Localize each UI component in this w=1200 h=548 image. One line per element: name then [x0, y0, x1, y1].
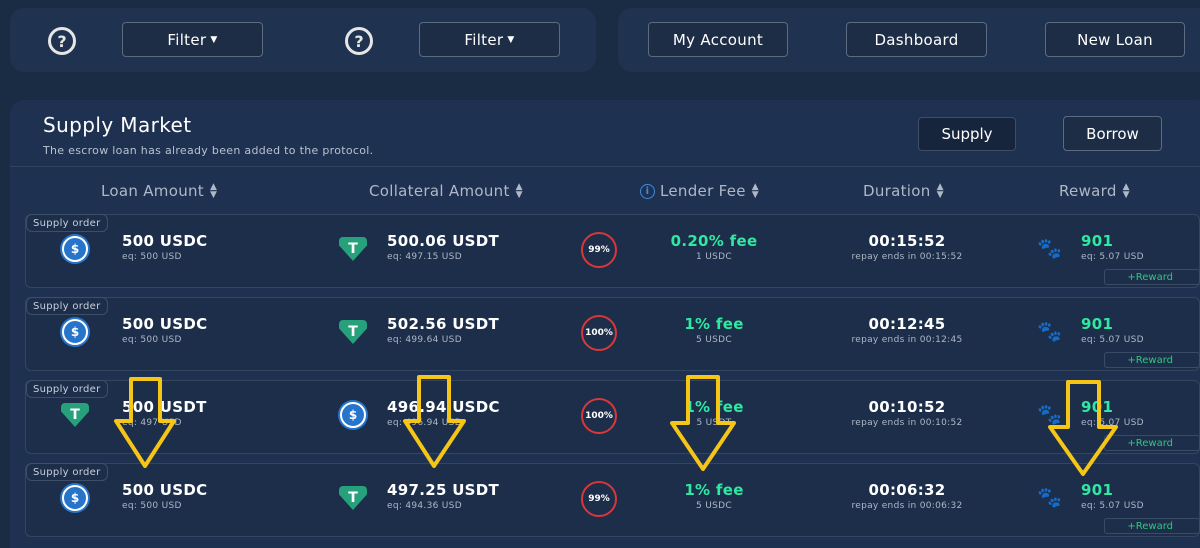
page-title: Supply Market	[43, 113, 192, 137]
reward-amount: 901	[1081, 481, 1114, 499]
collateral-ratio-badge: 100%	[581, 398, 617, 434]
column-header-loan-amount[interactable]: Loan Amount ▲ ▼	[101, 182, 217, 200]
lender-fee-amount: 5 USDT	[696, 418, 732, 428]
help-icon[interactable]: ?	[48, 27, 76, 55]
duration-timer: 00:15:52	[868, 232, 946, 250]
column-header-lender-fee[interactable]: i Lender Fee ▲ ▼	[640, 182, 759, 200]
column-label: Collateral Amount	[369, 182, 510, 200]
column-label: Duration	[863, 182, 931, 200]
supply-order-tag: Supply order	[26, 463, 108, 481]
column-header-collateral-amount[interactable]: Collateral Amount ▲ ▼	[369, 182, 523, 200]
caret-down-icon: ▼	[507, 34, 515, 45]
collateral-usdc-icon: $	[340, 402, 366, 428]
column-header-reward[interactable]: Reward ▲ ▼	[1059, 182, 1130, 200]
add-reward-button[interactable]: +Reward	[1104, 269, 1200, 285]
loan-equivalent: eq: 497 USD	[122, 418, 182, 428]
supply-order-tag: Supply order	[26, 380, 108, 398]
duration-timer: 00:12:45	[868, 315, 946, 333]
caret-down-icon: ▼	[210, 34, 218, 45]
paw-icon: 🐾	[1037, 236, 1062, 260]
supply-tab-button[interactable]: Supply	[918, 117, 1016, 151]
filter-label: Filter	[464, 30, 504, 49]
duration-timer: 00:06:32	[868, 481, 946, 499]
column-label: Reward	[1059, 182, 1117, 200]
reward-equivalent: eq: 5.07 USD	[1081, 252, 1144, 262]
collateral-equivalent: eq: 494.36 USD	[387, 501, 462, 511]
collateral-amount: 500.06 USDT	[387, 232, 500, 250]
my-account-button[interactable]: My Account	[648, 22, 788, 57]
supply-order-tag: Supply order	[26, 214, 108, 232]
duration-timer: 00:10:52	[868, 398, 946, 416]
loan-usdc-icon: $	[62, 236, 88, 262]
add-reward-button[interactable]: +Reward	[1104, 352, 1200, 368]
paw-icon: 🐾	[1037, 319, 1062, 343]
reward-amount: 901	[1081, 398, 1114, 416]
lender-fee-amount: 5 USDC	[696, 335, 732, 345]
loan-usdc-icon: $	[62, 319, 88, 345]
repay-countdown: repay ends in 00:06:32	[851, 501, 963, 511]
lender-fee: 1% fee	[684, 315, 744, 333]
add-reward-button[interactable]: +Reward	[1104, 518, 1200, 534]
reward-equivalent: eq: 5.07 USD	[1081, 501, 1144, 511]
reward-equivalent: eq: 5.07 USD	[1081, 335, 1144, 345]
filter-button[interactable]: Filter ▼	[122, 22, 263, 57]
collateral-amount: 502.56 USDT	[387, 315, 500, 333]
sort-icon: ▲ ▼	[515, 182, 523, 200]
lender-fee-amount: 1 USDC	[696, 252, 732, 262]
loan-amount: 500 USDC	[122, 315, 208, 333]
reward-amount: 901	[1081, 315, 1114, 333]
loan-amount: 500 USDC	[122, 232, 208, 250]
paw-icon: 🐾	[1037, 485, 1062, 509]
repay-countdown: repay ends in 00:12:45	[851, 335, 963, 345]
reward-amount: 901	[1081, 232, 1114, 250]
collateral-amount: 496.94 USDC	[387, 398, 500, 416]
add-reward-button[interactable]: +Reward	[1104, 435, 1200, 451]
column-header-duration[interactable]: Duration ▲ ▼	[863, 182, 944, 200]
new-loan-button[interactable]: New Loan	[1045, 22, 1185, 57]
sort-icon: ▲ ▼	[936, 182, 944, 200]
loan-amount: 500 USDT	[122, 398, 207, 416]
collateral-equivalent: eq: 499.64 USD	[387, 335, 462, 345]
repay-countdown: repay ends in 00:15:52	[851, 252, 963, 262]
collateral-equivalent: eq: 497.15 USD	[387, 252, 462, 262]
sort-icon: ▲ ▼	[209, 182, 218, 200]
divider	[10, 166, 1200, 167]
loan-equivalent: eq: 500 USD	[122, 252, 182, 262]
paw-icon: 🐾	[1037, 402, 1062, 426]
page-subtitle: The escrow loan has already been added t…	[43, 144, 374, 157]
filter-button[interactable]: Filter ▼	[419, 22, 560, 57]
column-label: Lender Fee	[660, 182, 746, 200]
column-label: Loan Amount	[101, 182, 204, 200]
loan-equivalent: eq: 500 USD	[122, 501, 182, 511]
lender-fee: 1% fee	[684, 398, 744, 416]
filter-label: Filter	[167, 30, 207, 49]
info-icon[interactable]: i	[640, 183, 655, 199]
sort-icon: ▲ ▼	[751, 182, 760, 200]
loan-amount: 500 USDC	[122, 481, 208, 499]
lender-fee: 0.20% fee	[670, 232, 758, 250]
dashboard-button[interactable]: Dashboard	[846, 22, 987, 57]
sort-icon: ▲ ▼	[1122, 182, 1130, 200]
borrow-tab-button[interactable]: Borrow	[1063, 116, 1162, 151]
lender-fee-amount: 5 USDC	[696, 501, 732, 511]
collateral-equivalent: eq: 496.94 USD	[387, 418, 462, 428]
collateral-ratio-badge: 99%	[581, 232, 617, 268]
collateral-ratio-badge: 100%	[581, 315, 617, 351]
collateral-amount: 497.25 USDT	[387, 481, 500, 499]
reward-equivalent: eq: 5.07 USD	[1081, 418, 1144, 428]
repay-countdown: repay ends in 00:10:52	[851, 418, 963, 428]
loan-usdc-icon: $	[62, 485, 88, 511]
loan-equivalent: eq: 500 USD	[122, 335, 182, 345]
collateral-ratio-badge: 99%	[581, 481, 617, 517]
supply-order-tag: Supply order	[26, 297, 108, 315]
lender-fee: 1% fee	[684, 481, 744, 499]
help-icon[interactable]: ?	[345, 27, 373, 55]
